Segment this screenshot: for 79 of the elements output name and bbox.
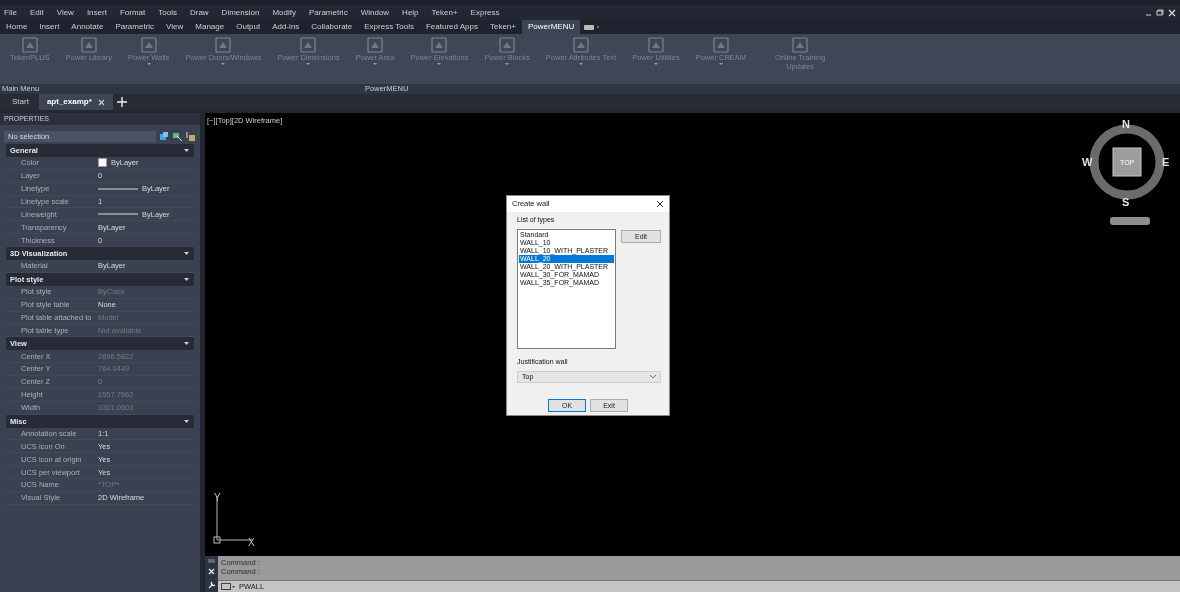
document-tab[interactable]: Start <box>4 94 37 110</box>
collapse-icon[interactable] <box>184 252 189 256</box>
command-prompt-icon <box>221 583 236 590</box>
menu-item[interactable]: File <box>4 6 17 19</box>
ribbon-tab[interactable]: Insert <box>33 20 66 34</box>
ribbon-tab[interactable]: Express Tools <box>358 20 420 34</box>
ribbon-tab[interactable]: Output <box>230 20 267 34</box>
caret-icon <box>437 62 442 65</box>
line-sample-icon <box>98 186 138 191</box>
tool-icon <box>790 36 811 54</box>
menu-item[interactable]: Tools <box>158 6 177 19</box>
caret-icon <box>306 62 311 65</box>
caret-icon <box>650 375 656 379</box>
tool-icon <box>365 36 386 54</box>
caret-icon <box>718 62 723 65</box>
tool-icon <box>645 36 666 54</box>
ribbon-tab[interactable]: View <box>160 20 190 34</box>
tool-icon <box>19 36 40 54</box>
select-objects-icon[interactable] <box>173 132 182 141</box>
ribbon-tab[interactable]: Annotate <box>65 20 110 34</box>
tool-icon <box>429 36 450 54</box>
menu-item[interactable]: Edit <box>29 6 44 19</box>
grip-icon[interactable] <box>207 558 216 563</box>
tool-icon <box>138 36 159 54</box>
menu-item[interactable]: Parametric <box>308 6 348 19</box>
axis-label: Y <box>214 491 221 505</box>
ribbon-tab[interactable]: Home <box>0 20 34 34</box>
compass-label[interactable]: S <box>1122 197 1130 208</box>
tool-icon <box>78 36 99 54</box>
restore-icon[interactable] <box>1156 9 1164 16</box>
caret-icon <box>146 62 151 65</box>
menu-item[interactable]: Express <box>470 6 500 19</box>
quick-select-icon[interactable] <box>186 131 196 142</box>
tool-icon <box>213 36 234 54</box>
close-button[interactable] <box>656 198 664 210</box>
ribbon-tab[interactable]: Teken+ <box>483 20 522 34</box>
menu-item[interactable]: Teken+ <box>431 6 458 19</box>
menu-item[interactable]: Dimension <box>221 6 260 19</box>
line-sample-icon <box>98 212 138 217</box>
compass-label[interactable]: E <box>1162 157 1170 168</box>
menu-item[interactable]: Format <box>119 6 146 19</box>
collapse-icon[interactable] <box>184 419 189 423</box>
caret-icon <box>653 62 658 65</box>
menu-item[interactable]: Draw <box>189 6 209 19</box>
close-icon[interactable] <box>97 98 105 106</box>
tool-icon <box>571 36 591 54</box>
menu-item[interactable]: Modify <box>272 6 296 19</box>
tool-icon <box>298 36 319 54</box>
drawing-canvas[interactable] <box>205 113 1180 592</box>
ribbon-tab[interactable]: Featured Apps <box>419 20 484 34</box>
menu-item[interactable]: Window <box>360 6 390 19</box>
ribbon-tab[interactable]: PowerMENU <box>522 20 581 34</box>
caret-icon <box>373 62 378 65</box>
menu-item[interactable]: Insert <box>86 6 107 19</box>
ribbon-tab[interactable]: Add-ins <box>266 20 306 34</box>
axis-label: X <box>248 536 255 550</box>
compass-label[interactable]: N <box>1122 119 1130 130</box>
collapse-icon[interactable] <box>184 277 189 281</box>
menu-item[interactable]: View <box>56 6 74 19</box>
collapse-icon[interactable] <box>184 342 189 346</box>
plus-icon[interactable] <box>116 97 127 107</box>
caret-icon <box>505 62 510 65</box>
ribbon-tab[interactable]: Parametric <box>109 20 161 34</box>
tool-icon <box>710 36 731 54</box>
caret-icon <box>221 62 226 65</box>
tool-icon <box>497 36 518 54</box>
ribbon-tab[interactable]: Manage <box>189 20 231 34</box>
selection-tool-icon[interactable] <box>160 132 169 141</box>
close-icon[interactable] <box>1168 8 1176 17</box>
color-swatch-icon <box>98 158 107 168</box>
compass-label[interactable]: W <box>1082 157 1093 168</box>
workspace-icon[interactable] <box>584 23 601 31</box>
menu-item[interactable]: Help <box>402 6 419 19</box>
wrench-icon[interactable] <box>207 581 216 590</box>
collapse-icon[interactable] <box>184 148 189 152</box>
ribbon-tab[interactable]: Collaborate <box>305 20 359 34</box>
close-icon <box>656 200 664 209</box>
caret-icon <box>579 62 583 65</box>
document-tab[interactable]: apt_examp* <box>38 94 113 110</box>
